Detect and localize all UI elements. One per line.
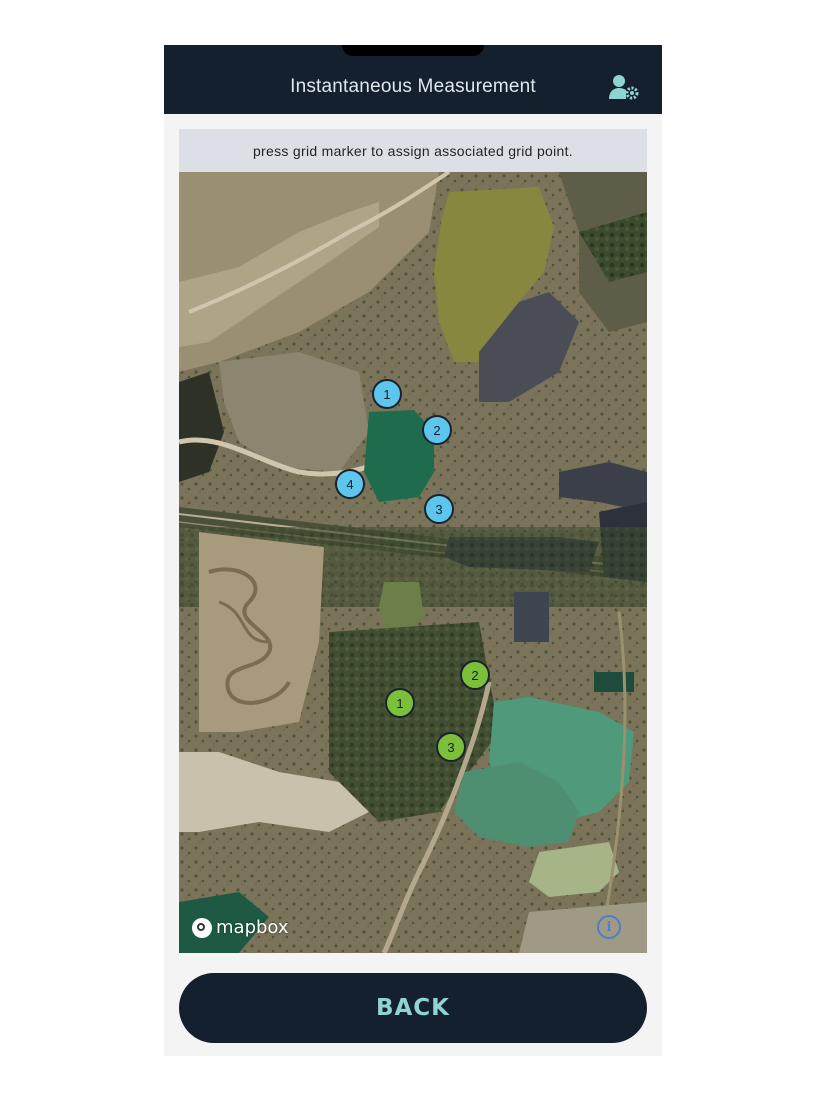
instruction-banner: press grid marker to assign associated g… — [179, 129, 647, 172]
app-screen: Instantaneous Measurement press grid mar… — [164, 45, 662, 1056]
device-notch — [342, 45, 484, 56]
mapbox-wordmark: mapbox — [216, 917, 289, 938]
grid-marker-green-3[interactable]: 3 — [436, 732, 466, 762]
app-header: Instantaneous Measurement — [164, 45, 662, 114]
grid-marker-blue-3[interactable]: 3 — [424, 494, 454, 524]
page-title: Instantaneous Measurement — [290, 76, 536, 97]
grid-marker-blue-4[interactable]: 4 — [335, 469, 365, 499]
mapbox-attribution[interactable]: mapbox — [192, 917, 289, 938]
info-icon[interactable]: i — [597, 915, 621, 939]
mapbox-logo-icon — [192, 917, 212, 938]
back-button[interactable]: BACK — [179, 973, 647, 1043]
satellite-imagery — [179, 172, 647, 953]
grid-marker-blue-1[interactable]: 1 — [372, 379, 402, 409]
grid-marker-blue-2[interactable]: 2 — [422, 415, 452, 445]
satellite-map[interactable]: 1 2 3 4 1 2 3 mapbox i — [179, 172, 647, 953]
user-settings-icon[interactable] — [608, 73, 640, 101]
grid-marker-green-2[interactable]: 2 — [460, 660, 490, 690]
grid-marker-green-1[interactable]: 1 — [385, 688, 415, 718]
